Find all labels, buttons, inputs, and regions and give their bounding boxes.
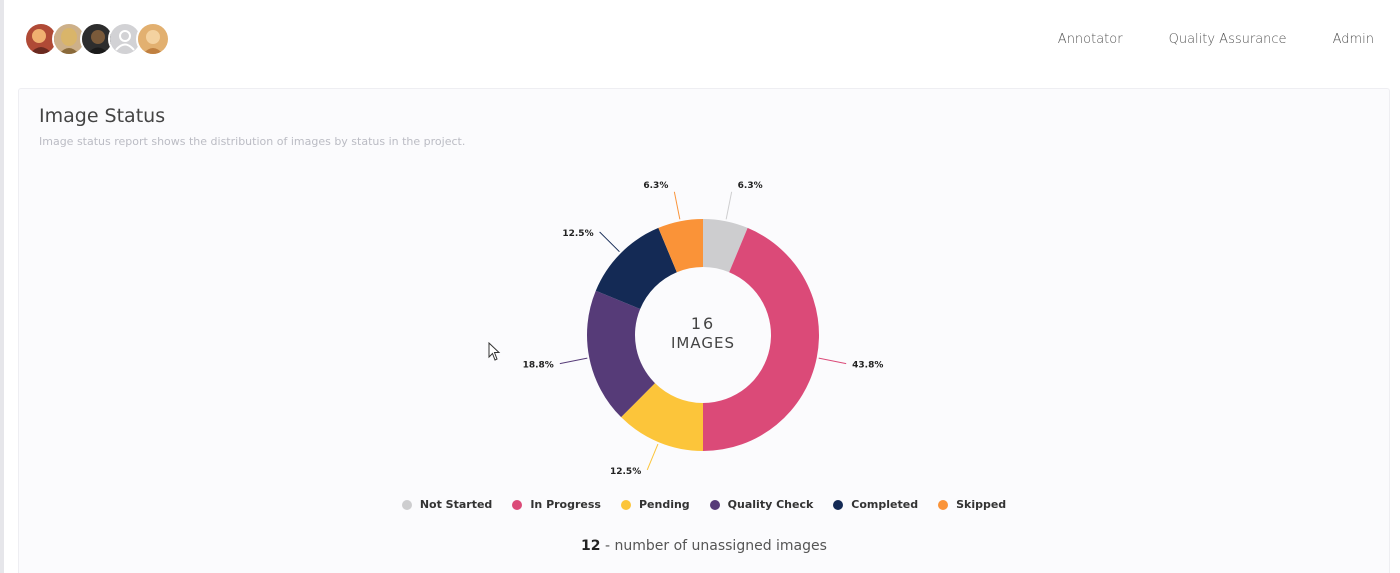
legend-label: Completed	[851, 498, 919, 511]
legend-label: Skipped	[956, 498, 1007, 511]
mouse-cursor-icon	[488, 342, 501, 361]
leader-line	[559, 357, 588, 365]
unassigned-summary: 12 - number of unassigned images	[19, 538, 1389, 554]
percent-label: 6.3%	[738, 181, 763, 191]
donut-center-value: 16	[691, 314, 715, 333]
legend-dot-icon	[709, 499, 720, 510]
leader-line	[725, 191, 733, 220]
user-avatar-icon	[138, 24, 168, 54]
unassigned-count: 12	[581, 538, 601, 554]
status-donut-chart: 6.3% 43.8% 12.5% 18.8% 12.5% 6.3% 16 IMAGES	[523, 181, 884, 477]
legend-item-not-started[interactable]: Not Started	[401, 498, 493, 511]
nav-admin[interactable]: Admin	[1333, 32, 1374, 47]
legend-dot-icon	[938, 499, 949, 510]
percent-label: 18.8%	[523, 361, 554, 371]
legend-item-in-progress[interactable]: In Progress	[512, 498, 601, 511]
percent-label: 43.8%	[852, 361, 883, 371]
legend-item-skipped[interactable]: Skipped	[938, 498, 1006, 511]
legend-label: Pending	[638, 498, 690, 511]
legend-dot-icon	[401, 499, 412, 510]
leader-line	[646, 443, 659, 471]
leader-line	[673, 191, 681, 220]
percent-label: 12.5%	[562, 229, 593, 239]
main-nav: Annotator Quality Assurance Admin	[1058, 32, 1374, 47]
legend-item-completed[interactable]: Completed	[833, 498, 918, 511]
avatar-5[interactable]	[136, 22, 170, 56]
top-bar: Annotator Quality Assurance Admin	[4, 0, 1400, 80]
percent-label: 12.5%	[610, 467, 641, 477]
donut-center-label: IMAGES	[671, 334, 735, 352]
leader-line	[599, 231, 620, 253]
legend-label: Not Started	[419, 498, 493, 511]
unassigned-text: - number of unassigned images	[600, 538, 827, 554]
nav-quality-assurance[interactable]: Quality Assurance	[1169, 32, 1287, 47]
legend-label: In Progress	[530, 498, 601, 511]
legend-dot-icon	[833, 499, 844, 510]
window-edge	[0, 0, 4, 573]
percent-label: 6.3%	[643, 181, 668, 191]
image-status-card: Image Status Image status report shows t…	[18, 88, 1390, 573]
nav-annotator[interactable]: Annotator	[1058, 32, 1123, 47]
legend-item-pending[interactable]: Pending	[620, 498, 690, 511]
legend-dot-icon	[620, 499, 631, 510]
legend-item-quality-check[interactable]: Quality Check	[709, 498, 814, 511]
legend-dot-icon	[512, 499, 523, 510]
leader-line	[818, 357, 847, 365]
legend-label: Quality Check	[727, 498, 814, 511]
chart-legend: Not Started In Progress Pending Quality Che…	[19, 498, 1389, 511]
